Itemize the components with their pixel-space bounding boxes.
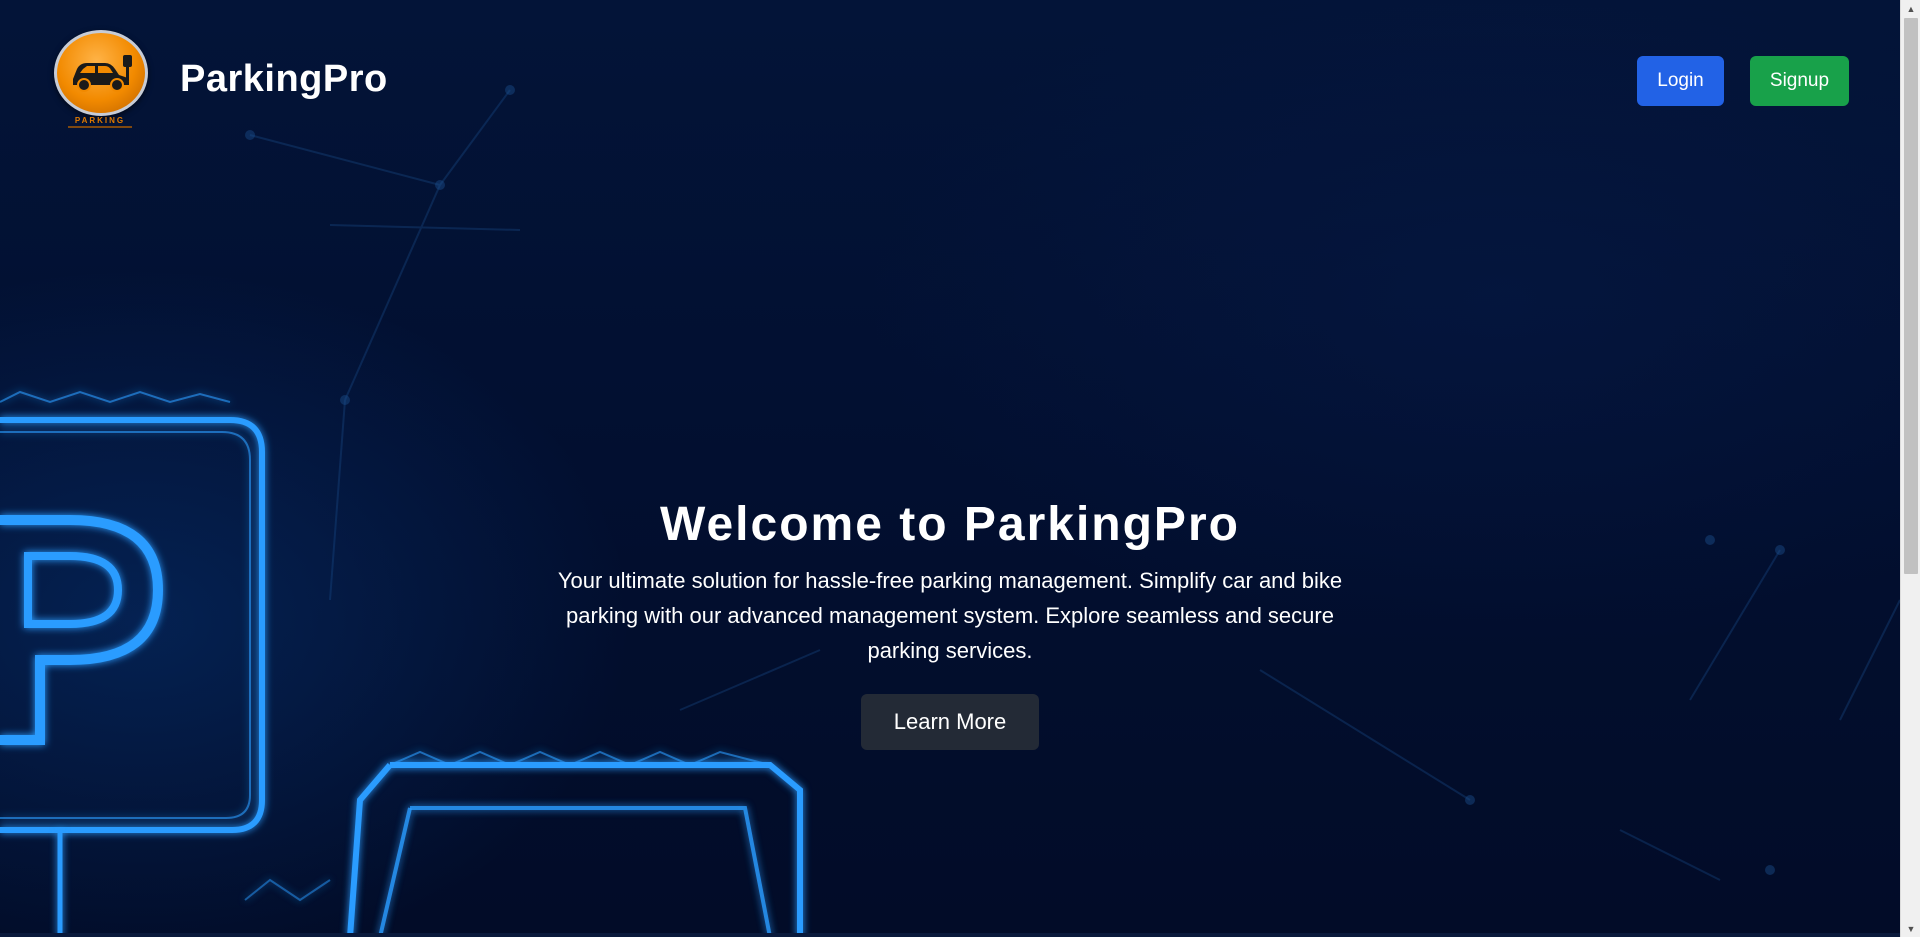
hero-description: Your ultimate solution for hassle-free p… [557,568,1343,663]
logo-badge [54,30,148,116]
vertical-scrollbar[interactable]: ▲ ▼ [1900,0,1920,937]
parking-sign-background-icon [0,85,1900,937]
hero-section: Welcome to ParkingPro Your ultimate solu… [530,495,1370,750]
logo-tagline-line [68,126,132,128]
page-bottom-edge [0,933,1900,937]
car-key-icon [73,55,132,92]
signup-button[interactable]: Signup [1750,56,1849,106]
scrollbar-thumb[interactable] [1904,18,1918,574]
logo-text: PARKING [74,116,126,125]
brand-name[interactable]: ParkingPro [180,58,388,101]
page-viewport: PARKING ParkingPro Login Signup Welcome … [0,0,1900,937]
logo[interactable]: PARKING [54,30,148,130]
hero-title: Welcome to ParkingPro [660,498,1240,551]
login-button[interactable]: Login [1637,56,1724,106]
scroll-down-arrow-icon[interactable]: ▼ [1901,920,1920,937]
learn-more-button[interactable]: Learn More [861,694,1039,750]
scroll-up-arrow-icon[interactable]: ▲ [1901,0,1920,17]
